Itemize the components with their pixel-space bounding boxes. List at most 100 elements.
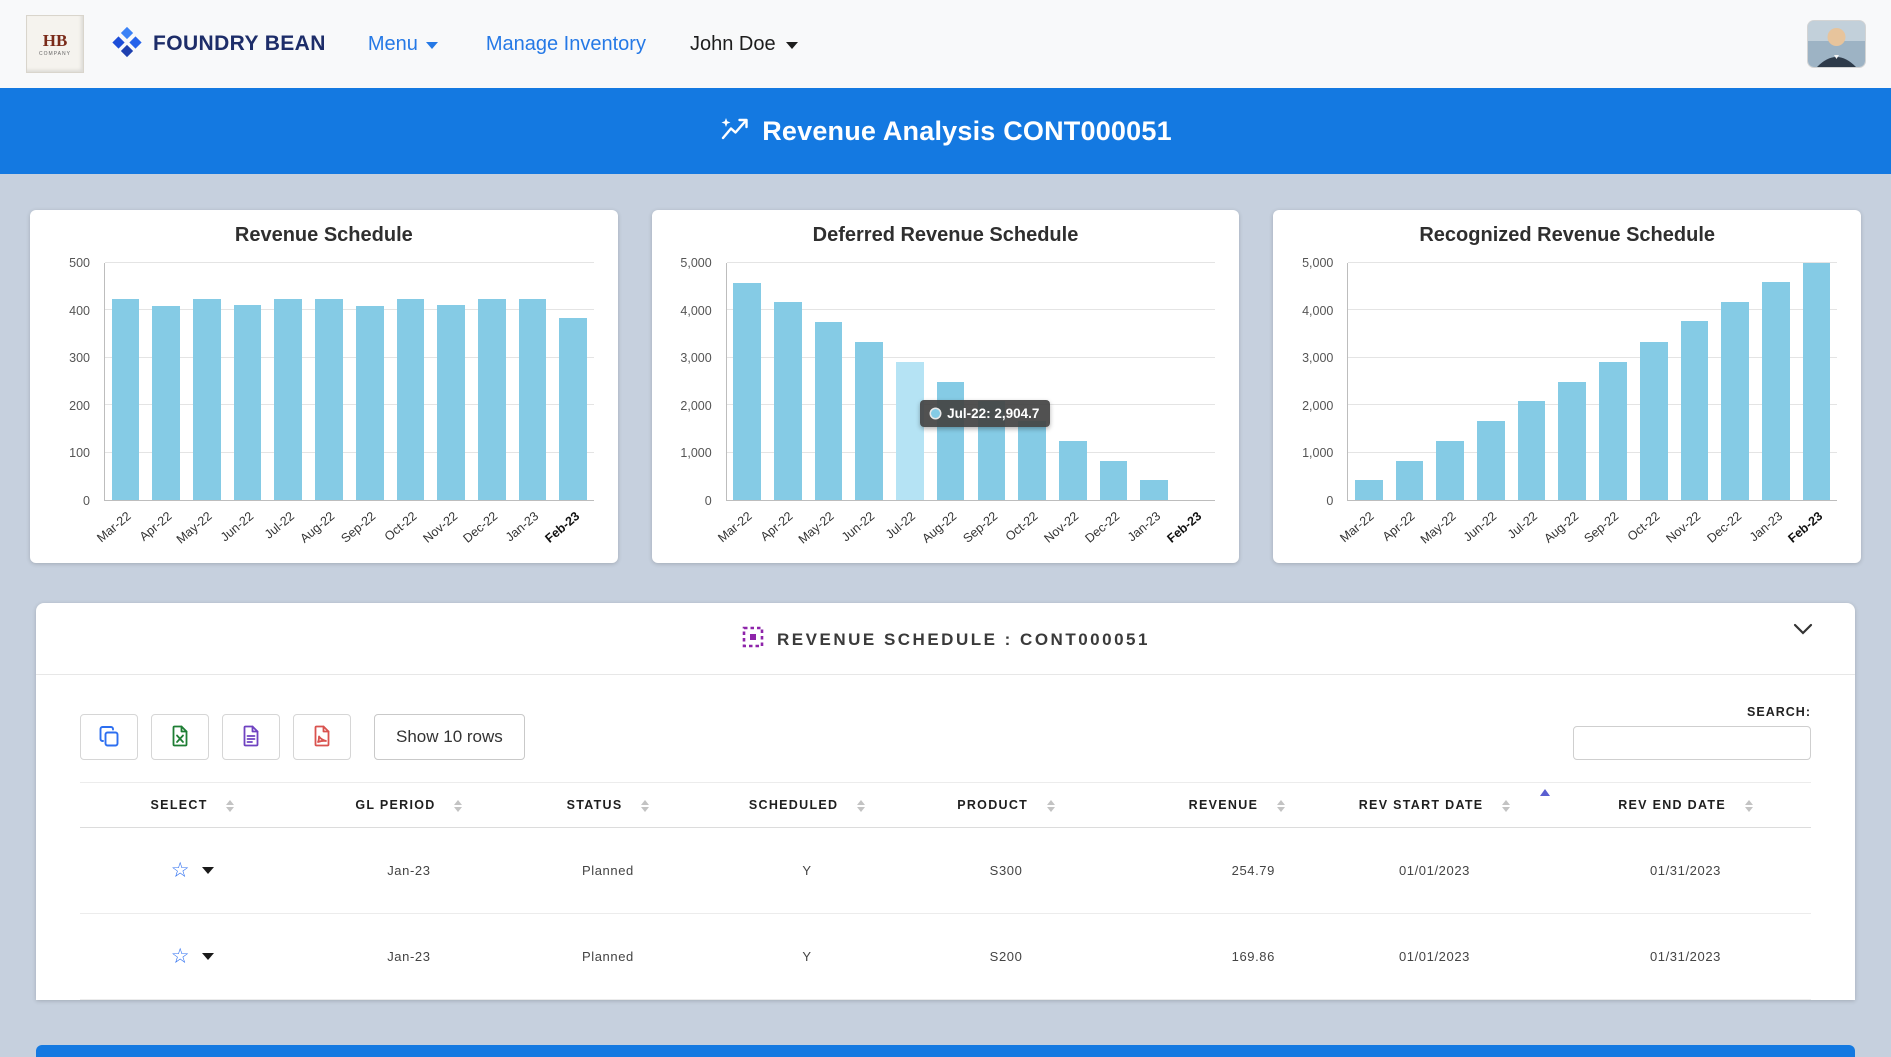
- bar-feb-23[interactable]: [1803, 263, 1831, 500]
- chart-card-recognized-revenue: Recognized Revenue Schedule 01,0002,0003…: [1273, 210, 1861, 563]
- row-expand-caret-icon[interactable]: [202, 867, 214, 874]
- bar-apr-22[interactable]: [152, 306, 180, 500]
- column-label: GL PERIOD: [355, 798, 435, 812]
- y-tick-label: 0: [705, 494, 712, 508]
- column-header-revenue[interactable]: REVENUE: [1101, 783, 1309, 828]
- bar-oct-22[interactable]: [1640, 342, 1668, 500]
- search-label: SEARCH:: [1747, 705, 1811, 719]
- brand-diamond-icon: [110, 25, 144, 64]
- bar-mar-22[interactable]: [112, 299, 140, 500]
- bar-nov-22[interactable]: [1681, 321, 1709, 500]
- bar-slot: [971, 263, 1012, 500]
- column-header-select[interactable]: SELECT: [80, 783, 305, 828]
- chart-card-revenue-schedule: Revenue Schedule 0100200300400500 Mar-22…: [30, 210, 618, 563]
- column-header-product[interactable]: PRODUCT: [911, 783, 1101, 828]
- column-header-gl-period[interactable]: GL PERIOD: [305, 783, 513, 828]
- cell: Jan-23: [305, 828, 513, 914]
- bar-jun-22[interactable]: [855, 342, 883, 500]
- bar-slot: [227, 263, 268, 500]
- bar-dec-22[interactable]: [1721, 302, 1749, 500]
- bar-dec-22[interactable]: [478, 299, 506, 500]
- column-label: REV START DATE: [1359, 798, 1484, 812]
- search-box: SEARCH:: [1573, 705, 1811, 760]
- menu-label: Menu: [368, 33, 418, 56]
- company-logo[interactable]: HB COMPANY: [26, 15, 84, 73]
- y-tick-label: 200: [69, 399, 90, 413]
- excel-icon: [168, 724, 192, 751]
- column-label: REV END DATE: [1618, 798, 1726, 812]
- column-header-scheduled[interactable]: SCHEDULED: [703, 783, 911, 828]
- manage-inventory-link[interactable]: Manage Inventory: [486, 33, 646, 56]
- avatar[interactable]: [1808, 21, 1865, 67]
- bar-may-22[interactable]: [815, 322, 843, 500]
- bar-sep-22[interactable]: [356, 306, 384, 500]
- cell: 01/31/2023: [1560, 828, 1811, 914]
- page-title: Revenue Analysis CONT000051: [762, 116, 1172, 147]
- bar-nov-22[interactable]: [1059, 441, 1087, 500]
- show-rows-button[interactable]: Show 10 rows: [374, 714, 525, 760]
- bar-nov-22[interactable]: [437, 305, 465, 500]
- bar-aug-22[interactable]: [315, 299, 343, 500]
- bar-apr-22[interactable]: [1396, 461, 1424, 500]
- bar-sep-22[interactable]: [1599, 362, 1627, 500]
- bar-jun-22[interactable]: [1477, 421, 1505, 500]
- chart-tooltip: Jul-22: 2,904.7: [920, 400, 1050, 427]
- column-header-status[interactable]: STATUS: [513, 783, 703, 828]
- bar-slot: [1093, 263, 1134, 500]
- copy-button[interactable]: [80, 714, 138, 760]
- export-excel-button[interactable]: [151, 714, 209, 760]
- bar-aug-22[interactable]: [1558, 382, 1586, 501]
- sort-asc-icon: [1540, 789, 1550, 796]
- bar-oct-22[interactable]: [397, 299, 425, 500]
- sort-icon: [454, 800, 462, 812]
- bar-jul-22[interactable]: [1518, 401, 1546, 500]
- bar-slot: [849, 263, 890, 500]
- company-logo-subtext: COMPANY: [39, 51, 71, 57]
- export-pdf-button[interactable]: [293, 714, 351, 760]
- sort-icon: [1745, 800, 1753, 812]
- row-expand-caret-icon[interactable]: [202, 953, 214, 960]
- favorite-star-icon[interactable]: ☆: [171, 859, 190, 882]
- cell: S300: [911, 828, 1101, 914]
- bar-slot: [553, 263, 594, 500]
- bar-slot: [268, 263, 309, 500]
- y-axis: 01,0002,0003,0004,0005,000: [1291, 263, 1341, 501]
- bar-slot: [930, 263, 971, 500]
- bar-jul-22[interactable]: [274, 299, 302, 500]
- foundry-bean-logo[interactable]: FOUNDRY BEAN: [110, 25, 326, 64]
- bar-jan-23[interactable]: [1140, 480, 1168, 500]
- column-header-rev-end-date[interactable]: REV END DATE: [1560, 783, 1811, 828]
- bar-may-22[interactable]: [1436, 441, 1464, 500]
- bar-jan-23[interactable]: [1762, 282, 1790, 500]
- panel-collapse-button[interactable]: [1793, 623, 1813, 638]
- cell: 01/31/2023: [1560, 914, 1811, 1000]
- export-doc-button[interactable]: [222, 714, 280, 760]
- column-label: STATUS: [567, 798, 623, 812]
- y-tick-label: 400: [69, 304, 90, 318]
- table-body: ☆Jan-23PlannedYS300254.7901/01/202301/31…: [80, 828, 1811, 1000]
- top-navbar: HB COMPANY FOUNDRY BEAN Menu Manage Inve…: [0, 0, 1891, 88]
- bar-oct-22[interactable]: [1018, 421, 1046, 500]
- bar-mar-22[interactable]: [733, 283, 761, 500]
- panel-title: REVENUE SCHEDULE : CONT000051: [777, 630, 1150, 650]
- y-tick-label: 100: [69, 446, 90, 460]
- bar-mar-22[interactable]: [1355, 480, 1383, 500]
- bar-feb-23[interactable]: [559, 318, 587, 500]
- y-tick-label: 2,000: [680, 399, 711, 413]
- column-header-rev-start-date[interactable]: REV START DATE: [1309, 783, 1560, 828]
- user-dropdown[interactable]: John Doe: [690, 33, 798, 56]
- bar-may-22[interactable]: [193, 299, 221, 500]
- search-input[interactable]: [1573, 726, 1811, 760]
- bar-slot: [1012, 263, 1053, 500]
- cell: Jan-23: [305, 914, 513, 1000]
- bar-dec-22[interactable]: [1100, 461, 1128, 500]
- favorite-star-icon[interactable]: ☆: [171, 945, 190, 968]
- bar-jan-23[interactable]: [519, 299, 547, 500]
- menu-dropdown[interactable]: Menu: [368, 33, 438, 56]
- bar-jul-22[interactable]: [896, 362, 924, 500]
- sort-icon: [1502, 800, 1510, 812]
- bar-slot: [471, 263, 512, 500]
- bar-slot: [512, 263, 553, 500]
- bar-apr-22[interactable]: [774, 302, 802, 500]
- bar-jun-22[interactable]: [234, 305, 262, 500]
